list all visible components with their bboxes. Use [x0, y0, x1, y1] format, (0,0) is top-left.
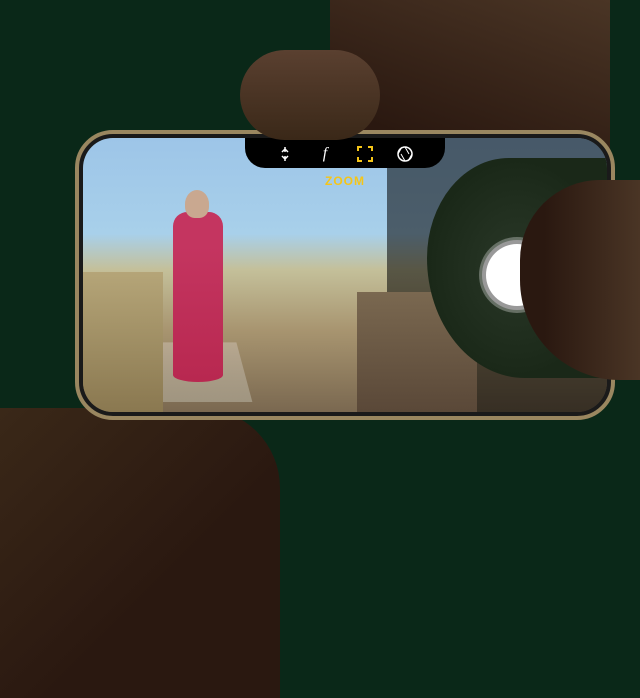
zoom-mode-label: ZOOM [325, 174, 365, 188]
camera-top-controls: f [275, 144, 415, 164]
f-stop-icon[interactable]: f [315, 144, 335, 164]
exposure-icon[interactable] [275, 144, 295, 164]
finger-over-frame [240, 50, 380, 140]
aperture-icon[interactable] [395, 144, 415, 164]
focus-frame-icon[interactable] [355, 144, 375, 164]
scene-grass-left [83, 272, 163, 412]
scene-person-subject [173, 212, 223, 382]
hand-holding-phone-bottom [0, 408, 280, 698]
